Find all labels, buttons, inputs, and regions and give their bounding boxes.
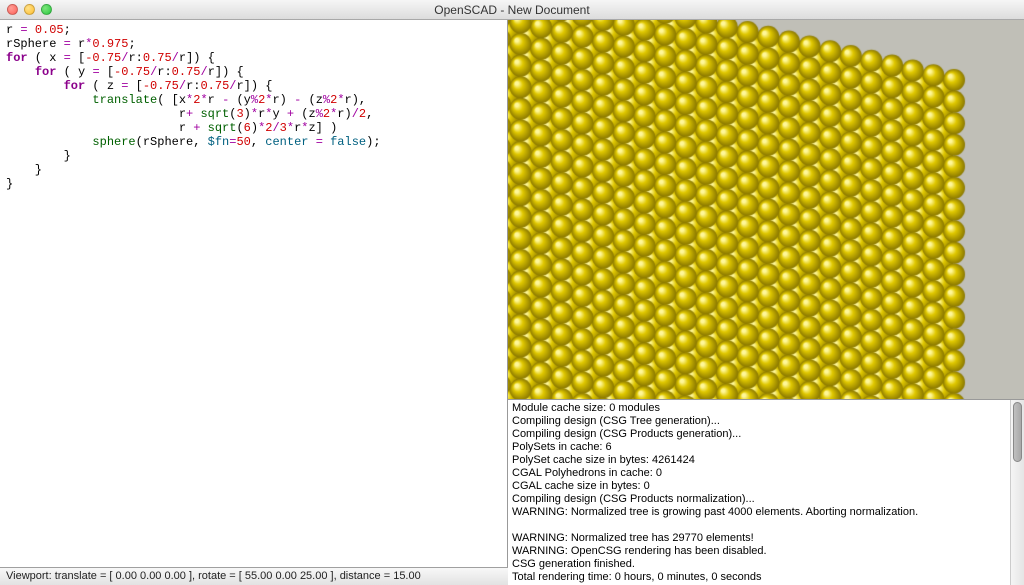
3d-viewport[interactable] xyxy=(508,20,1024,400)
window-title: OpenSCAD - New Document xyxy=(0,3,1024,17)
console-output: Module cache size: 0 modules Compiling d… xyxy=(508,400,1010,585)
window-close-button[interactable] xyxy=(7,4,18,15)
code-editor[interactable]: r = 0.05;rSphere = r*0.975;for ( x = [-0… xyxy=(0,20,508,567)
window-zoom-button[interactable] xyxy=(41,4,52,15)
window-minimize-button[interactable] xyxy=(24,4,35,15)
console-scrollbar-thumb[interactable] xyxy=(1013,402,1022,462)
window-titlebar: OpenSCAD - New Document xyxy=(0,0,1024,20)
console-scrollbar[interactable] xyxy=(1010,400,1024,585)
